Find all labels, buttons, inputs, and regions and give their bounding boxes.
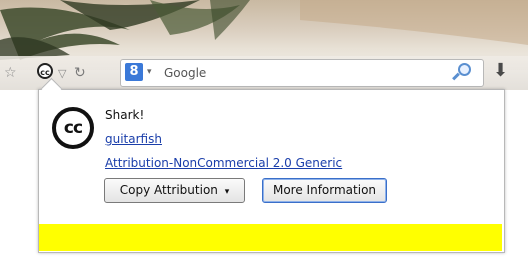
dropdown-arrow-icon[interactable]: ▽ <box>58 67 66 80</box>
copy-attribution-button[interactable]: Copy Attribution ▾ <box>104 178 245 203</box>
highlight-bar <box>39 224 502 251</box>
bookmark-star-icon[interactable]: ☆ <box>4 65 17 81</box>
engine-dropdown-icon[interactable]: ▾ <box>147 67 152 77</box>
download-icon[interactable]: ⬇ <box>493 60 508 81</box>
work-title: Shark! <box>105 108 145 122</box>
creative-commons-toolbar-icon[interactable]: cc <box>37 63 53 79</box>
search-input[interactable]: Google <box>164 66 206 80</box>
creative-commons-logo: cc <box>52 107 94 149</box>
reload-icon[interactable]: ↻ <box>74 65 86 81</box>
author-link[interactable]: guitarfish <box>105 132 162 146</box>
google-search-engine-icon[interactable]: 8 <box>125 63 143 81</box>
copy-attribution-label: Copy Attribution <box>119 183 218 197</box>
chevron-down-icon: ▾ <box>224 187 230 197</box>
license-link[interactable]: Attribution-NonCommercial 2.0 Generic <box>105 156 342 170</box>
more-information-button[interactable]: More Information <box>262 178 387 203</box>
